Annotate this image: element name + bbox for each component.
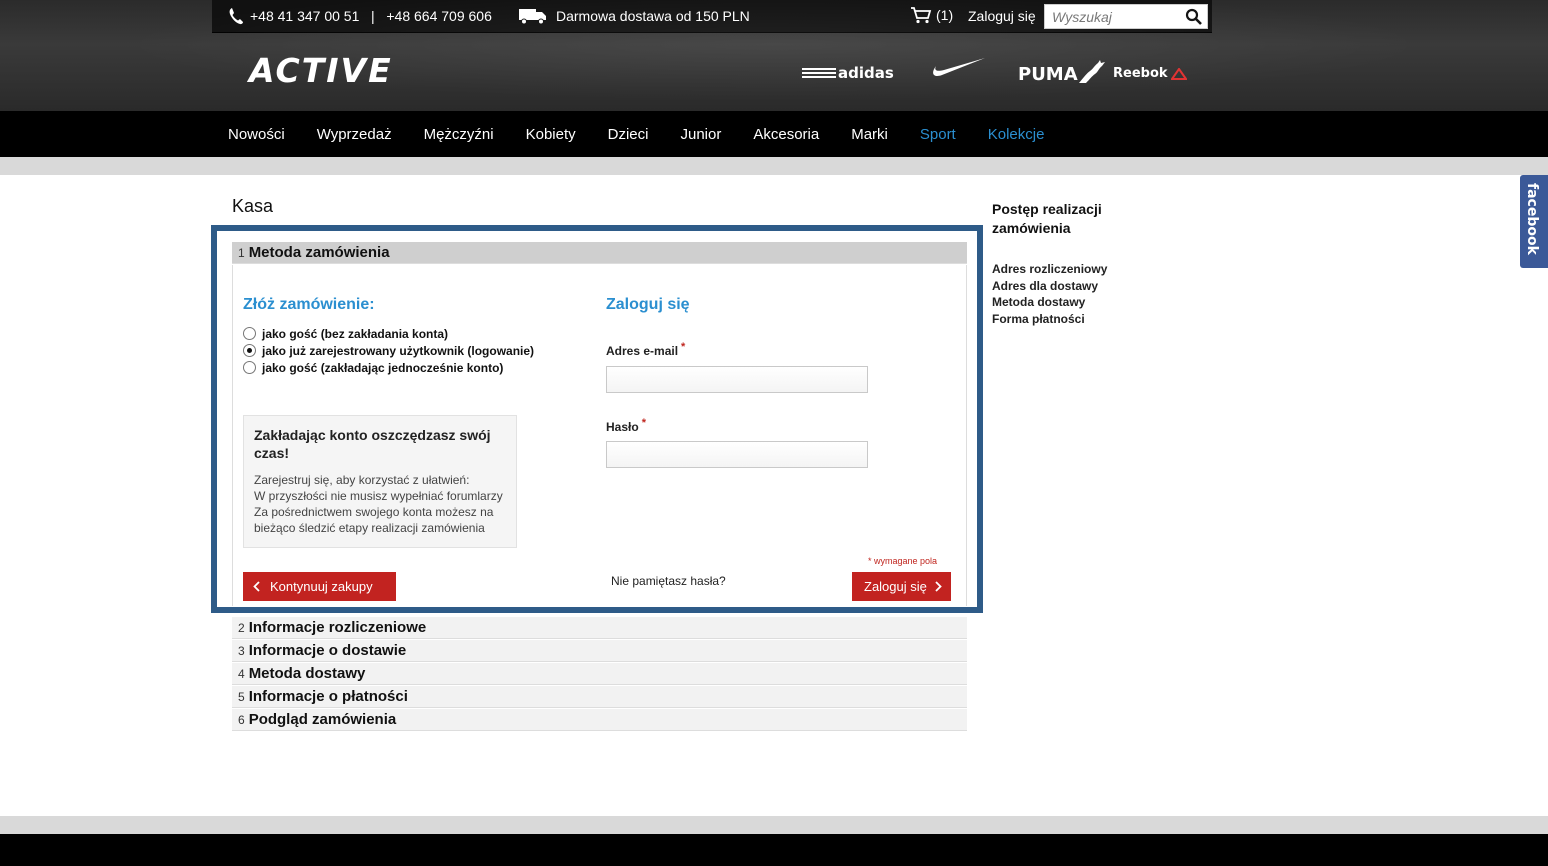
step-number: 3 [238, 644, 245, 658]
nav-item-kolekcje[interactable]: Kolekcje [988, 126, 1045, 143]
active-logo[interactable]: ACTIVE [249, 51, 393, 90]
step-6-header[interactable]: 6 Podgląd zamówienia [232, 709, 967, 731]
cart-link[interactable]: (1) [910, 6, 953, 24]
search-input[interactable] [1045, 5, 1181, 28]
adidas-label: adidas [838, 64, 894, 82]
nav-item-marki[interactable]: Marki [851, 126, 888, 143]
delivery-info: Darmowa dostawa od 150 PLN [518, 7, 750, 25]
nav-item-junior[interactable]: Junior [680, 126, 721, 143]
step-5-header[interactable]: 5 Informacje o płatności [232, 686, 967, 708]
step-label: Informacje o dostawie [248, 642, 407, 659]
reebok-logo[interactable]: Reebok [1113, 66, 1187, 81]
footer [0, 834, 1548, 866]
facebook-tab[interactable]: facebook [1520, 175, 1548, 268]
step-3-header[interactable]: 3 Informacje o dostawie [232, 640, 967, 662]
step-label: Podgląd zamówienia [248, 711, 397, 728]
cart-icon [911, 7, 932, 24]
step-4-header[interactable]: 4 Metoda dostawy [232, 663, 967, 685]
step-label: Informacje rozliczeniowe [248, 619, 427, 636]
search-icon[interactable] [1185, 8, 1203, 26]
divider-band [0, 157, 1548, 175]
step-label: Informacje o płatności [248, 688, 408, 705]
highlight-frame [211, 225, 983, 613]
progress-list: Adres rozliczeniowy Adres dla dostawy Me… [992, 261, 1107, 327]
phone-icon [229, 8, 243, 25]
cart-count: (1) [936, 7, 954, 23]
nike-swoosh-icon[interactable] [928, 56, 986, 85]
progress-item: Adres dla dostawy [992, 278, 1099, 293]
truck-icon [519, 9, 546, 25]
step-number: 6 [238, 713, 245, 727]
adidas-logo[interactable]: adidas [802, 64, 894, 82]
step-number: 4 [238, 667, 245, 681]
nav-item-kobiety[interactable]: Kobiety [526, 126, 576, 143]
adidas-stripes-icon [802, 68, 836, 78]
nav-item-mezczyzni[interactable]: Mężczyźni [424, 126, 494, 143]
step-number: 2 [238, 621, 245, 635]
top-login-link[interactable]: Zaloguj się [968, 8, 1036, 24]
reebok-label: Reebok [1113, 66, 1168, 81]
nav-item-sport[interactable]: Sport [920, 126, 956, 143]
phone-info: +48 41 347 00 51 | +48 664 709 606 [228, 7, 492, 25]
puma-label: PUMA [1018, 64, 1078, 85]
puma-cat-icon [1078, 60, 1105, 83]
step-label: Metoda dostawy [248, 665, 366, 682]
progress-item: Forma płatności [992, 311, 1085, 326]
nav-item-nowosci[interactable]: Nowości [228, 126, 285, 143]
search-box [1044, 4, 1208, 29]
brand-logos: adidas PUMA Reebok [800, 48, 1200, 88]
page-title: Kasa [232, 196, 274, 216]
step-number: 5 [238, 690, 245, 704]
reebok-delta-icon [1170, 67, 1187, 80]
step-2-header[interactable]: 2 Informacje rozliczeniowe [232, 617, 967, 639]
footer-band [0, 816, 1548, 834]
main-nav: Nowości Wyprzedaż Mężczyźni Kobiety Dzie… [0, 111, 1548, 157]
progress-item: Metoda dostawy [992, 295, 1086, 309]
site-header: +48 41 347 00 51 | +48 664 709 606 Darmo… [0, 0, 1548, 111]
facebook-label: facebook [1524, 183, 1540, 255]
nav-item-wyprzedaz[interactable]: Wyprzedaż [317, 126, 392, 143]
progress-title: Postęp realizacji zamówienia [992, 201, 1102, 236]
phone-numbers: +48 41 347 00 51 | +48 664 709 606 [250, 8, 492, 24]
top-bar: +48 41 347 00 51 | +48 664 709 606 Darmo… [212, 0, 1212, 33]
nav-item-akcesoria[interactable]: Akcesoria [753, 126, 819, 143]
progress-item: Adres rozliczeniowy [992, 262, 1108, 276]
delivery-text: Darmowa dostawa od 150 PLN [556, 8, 750, 24]
nav-item-dzieci[interactable]: Dzieci [608, 126, 649, 143]
puma-logo[interactable]: PUMA [1018, 50, 1106, 85]
